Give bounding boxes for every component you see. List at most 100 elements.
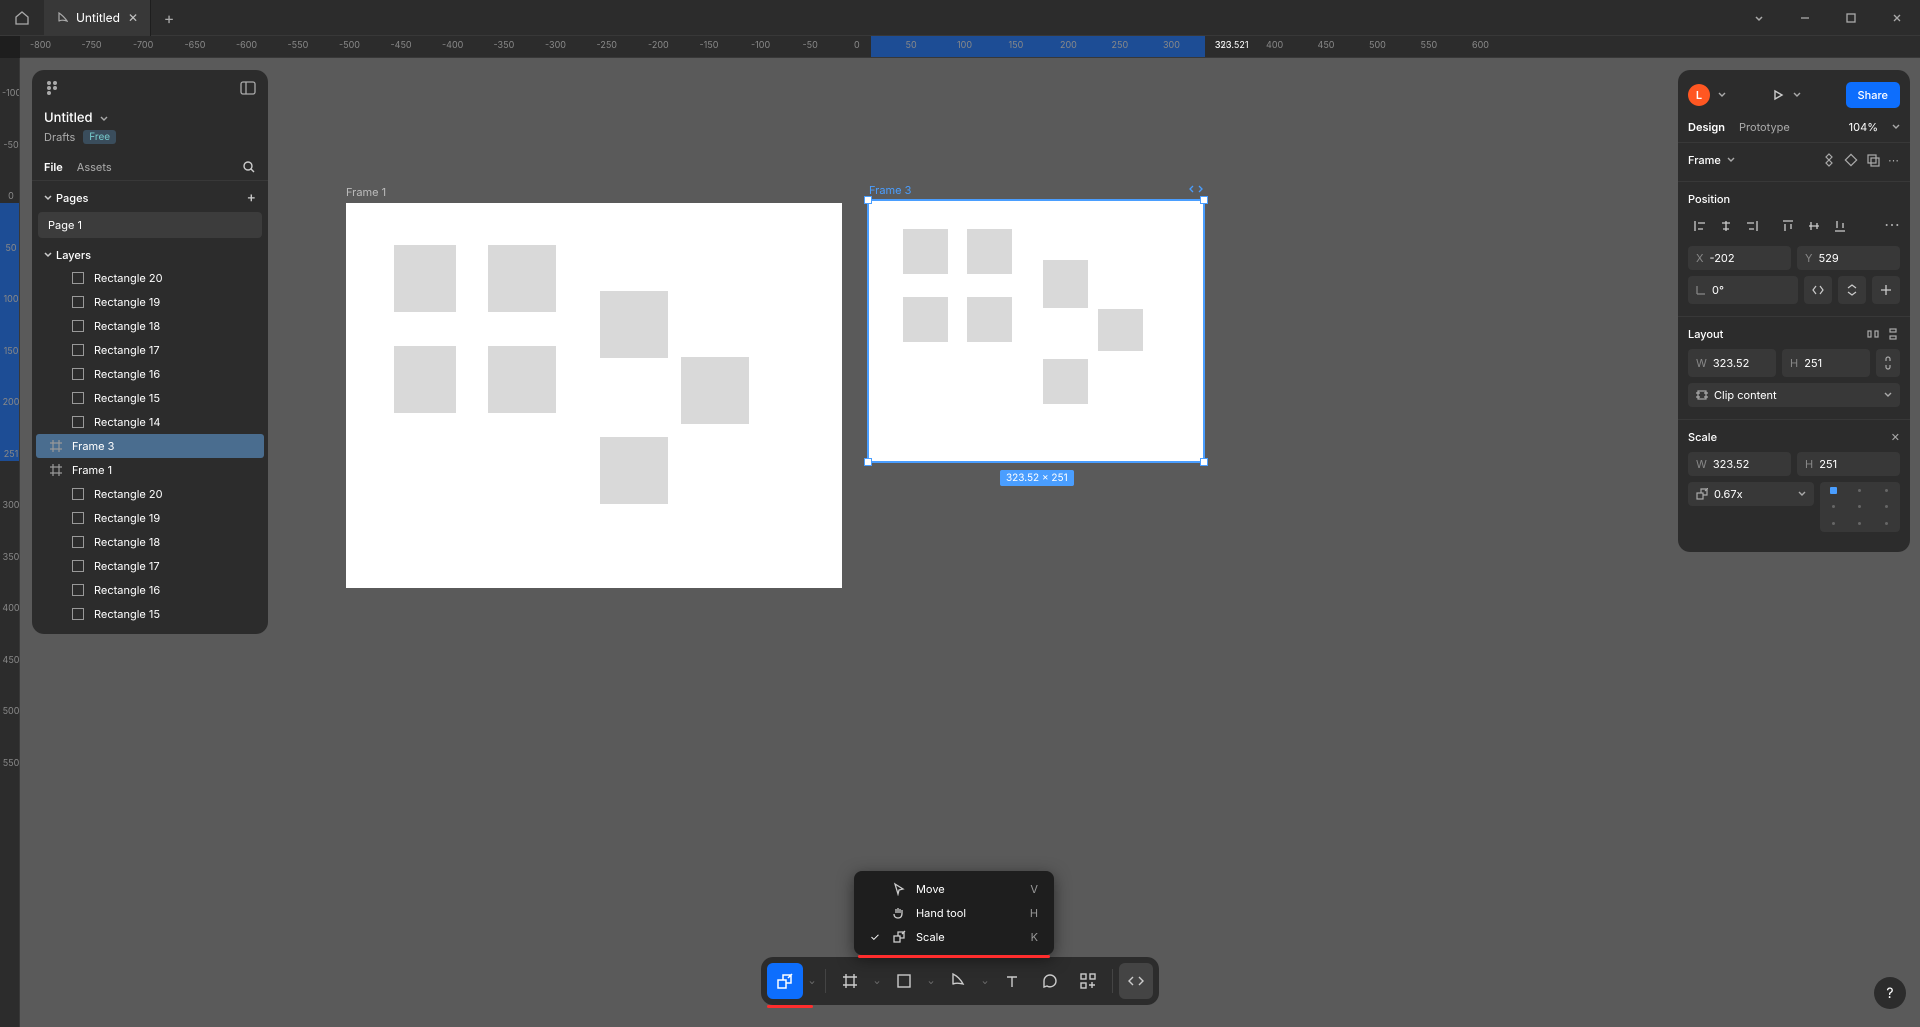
align-center-v-button[interactable]	[1802, 214, 1826, 238]
comment-tool-button[interactable]	[1032, 963, 1068, 999]
rectangle[interactable]	[600, 437, 668, 504]
actions-tool-button[interactable]	[1070, 963, 1106, 999]
align-top-button[interactable]	[1776, 214, 1800, 238]
chevron-down-icon[interactable]	[1892, 123, 1900, 131]
window-dropdown-icon[interactable]	[1736, 0, 1782, 36]
rectangle[interactable]	[488, 245, 556, 312]
help-button[interactable]: ?	[1874, 977, 1906, 1009]
layer-item[interactable]: Rectangle 14	[32, 410, 268, 434]
rectangle-tool-button[interactable]	[886, 963, 922, 999]
layer-item[interactable]: Rectangle 16	[32, 578, 268, 602]
rectangle[interactable]	[1043, 260, 1088, 308]
tool-dropdown[interactable]: ⌄	[924, 976, 938, 986]
frame-tool-button[interactable]	[832, 963, 868, 999]
layer-item[interactable]: Rectangle 20	[32, 482, 268, 506]
rectangle[interactable]	[1098, 309, 1143, 351]
scale-width-field[interactable]: W323.52	[1688, 452, 1791, 476]
rectangle[interactable]	[1043, 359, 1088, 404]
frame-type-label[interactable]: Frame	[1688, 153, 1721, 167]
flip-v-button[interactable]	[1838, 276, 1866, 304]
frame-1-label[interactable]: Frame 1	[346, 185, 386, 199]
rectangle[interactable]	[394, 346, 456, 413]
scale-factor-field[interactable]: 0.67x	[1688, 482, 1814, 506]
chevron-down-icon[interactable]	[99, 113, 109, 123]
rotation-field[interactable]: 0°	[1688, 276, 1798, 304]
home-button[interactable]	[0, 0, 44, 36]
play-icon[interactable]	[1771, 88, 1785, 102]
rectangle[interactable]	[967, 297, 1012, 342]
dev-mode-toggle[interactable]	[1119, 963, 1153, 999]
panel-toggle-icon[interactable]	[240, 81, 256, 95]
copy-icon[interactable]	[1866, 153, 1880, 167]
move-tool-item[interactable]: Move V	[860, 877, 1048, 901]
layer-item[interactable]: Rectangle 19	[32, 290, 268, 314]
add-page-button[interactable]: +	[247, 189, 256, 206]
tool-dropdown[interactable]: ⌄	[805, 976, 819, 986]
component-icon[interactable]	[1822, 153, 1836, 167]
chevron-down-icon[interactable]	[1718, 91, 1726, 99]
align-right-button[interactable]	[1740, 214, 1764, 238]
tool-dropdown[interactable]: ⌄	[978, 976, 992, 986]
chevron-down-icon[interactable]	[1793, 91, 1801, 99]
dev-mode-icon[interactable]	[1189, 183, 1203, 195]
more-align-icon[interactable]: ⋯	[1884, 214, 1900, 238]
frame-3[interactable]: Frame 3	[869, 201, 1203, 461]
selection-handle[interactable]	[1200, 196, 1208, 204]
layer-frame-1[interactable]: Frame 1	[32, 458, 268, 482]
width-field[interactable]: W323.52	[1688, 349, 1776, 377]
frame-3-label[interactable]: Frame 3	[869, 183, 911, 197]
frame-1[interactable]: Frame 1	[346, 203, 842, 588]
file-title[interactable]: Untitled	[44, 110, 93, 126]
layer-item[interactable]: Rectangle 17	[32, 338, 268, 362]
prototype-tab[interactable]: Prototype	[1739, 120, 1790, 134]
chevron-down-icon[interactable]	[1727, 156, 1735, 164]
layer-item[interactable]: Rectangle 19	[32, 506, 268, 530]
align-bottom-button[interactable]	[1828, 214, 1852, 238]
assets-tab-button[interactable]: Assets	[77, 160, 112, 174]
rectangle[interactable]	[903, 229, 948, 274]
tool-dropdown[interactable]: ⌄	[870, 976, 884, 986]
page-item[interactable]: Page 1	[38, 212, 262, 238]
close-window-button[interactable]	[1874, 0, 1920, 36]
clip-content-field[interactable]: Clip content	[1688, 383, 1900, 407]
align-center-h-button[interactable]	[1714, 214, 1738, 238]
scale-height-field[interactable]: H251	[1797, 452, 1900, 476]
auto-layout-h-icon[interactable]	[1866, 327, 1880, 341]
hand-tool-item[interactable]: Hand tool H	[860, 901, 1048, 925]
pages-section-label[interactable]: Pages	[56, 191, 88, 205]
zoom-value[interactable]: 104%	[1849, 120, 1878, 134]
layer-item[interactable]: Rectangle 15	[32, 602, 268, 626]
constrain-proportions-button[interactable]	[1876, 349, 1900, 377]
scale-origin-grid[interactable]	[1820, 482, 1900, 532]
x-field[interactable]: X-202	[1688, 246, 1791, 270]
scale-tool-button[interactable]	[767, 963, 803, 999]
rectangle[interactable]	[681, 357, 749, 424]
design-tab[interactable]: Design	[1688, 120, 1725, 134]
layer-item[interactable]: Rectangle 18	[32, 530, 268, 554]
rectangle[interactable]	[488, 346, 556, 413]
layer-frame-3[interactable]: Frame 3	[36, 434, 264, 458]
close-tab-icon[interactable]: ✕	[128, 10, 138, 25]
close-scale-icon[interactable]: ✕	[1891, 430, 1900, 444]
new-tab-button[interactable]: +	[151, 8, 187, 28]
layer-item[interactable]: Rectangle 18	[32, 314, 268, 338]
layer-item[interactable]: Rectangle 16	[32, 362, 268, 386]
rectangle[interactable]	[394, 245, 456, 312]
share-button[interactable]: Share	[1846, 82, 1900, 108]
layer-item[interactable]: Rectangle 15	[32, 386, 268, 410]
minimize-button[interactable]	[1782, 0, 1828, 36]
drafts-label[interactable]: Drafts	[44, 130, 75, 144]
more-icon[interactable]: ⋯	[1888, 153, 1900, 167]
auto-layout-v-icon[interactable]	[1886, 327, 1900, 341]
height-field[interactable]: H251	[1782, 349, 1870, 377]
maximize-button[interactable]	[1828, 0, 1874, 36]
search-icon[interactable]	[242, 160, 256, 174]
flip-h-button[interactable]	[1804, 276, 1832, 304]
y-field[interactable]: Y529	[1797, 246, 1900, 270]
rectangle[interactable]	[903, 297, 948, 342]
layer-item[interactable]: Rectangle 20	[32, 266, 268, 290]
instance-icon[interactable]	[1844, 153, 1858, 167]
selection-handle[interactable]	[864, 458, 872, 466]
rectangle[interactable]	[967, 229, 1012, 274]
figma-menu-icon[interactable]	[44, 80, 60, 96]
